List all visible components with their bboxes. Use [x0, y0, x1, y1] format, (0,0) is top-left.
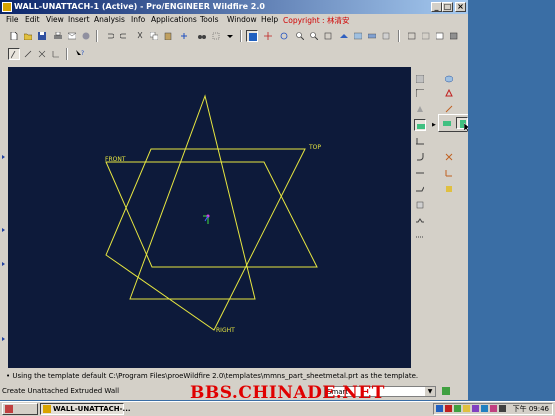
save-button[interactable] [36, 30, 48, 42]
draft-icon[interactable] [414, 103, 426, 115]
datum-planes-button[interactable] [8, 48, 20, 60]
sketch-tool-icon[interactable] [443, 87, 455, 99]
point-tool-icon[interactable] [443, 151, 455, 163]
left-strip [0, 67, 8, 368]
menu-bar: File Edit View Insert Analysis Info Appl… [0, 14, 468, 27]
whats-this-button[interactable]: ? [74, 48, 86, 60]
wireframe-button[interactable] [406, 30, 418, 42]
datum-planes-display [105, 94, 318, 331]
right-label: RIGHT [216, 327, 235, 334]
no-hidden-button[interactable] [434, 30, 446, 42]
datum-plane-right [105, 161, 318, 268]
datum-plane-tool-icon[interactable] [443, 73, 455, 85]
layers-button[interactable] [366, 30, 378, 42]
coord-sys-button[interactable] [50, 48, 62, 60]
maximize-button[interactable]: □ [442, 2, 453, 12]
menu-view[interactable]: View [46, 15, 64, 24]
system-tray: 下午 09:46 [433, 403, 553, 415]
close-button[interactable]: × [455, 2, 466, 12]
bend-back-icon[interactable] [414, 183, 426, 195]
regenerate-button[interactable] [178, 30, 190, 42]
round-icon[interactable] [414, 87, 426, 99]
desktop [468, 0, 555, 401]
wall-flyout-arrow[interactable]: ▶ [432, 122, 436, 128]
feature-toolbar: ▶ [411, 67, 441, 307]
copy-button[interactable] [148, 30, 160, 42]
minimize-button[interactable]: _ [431, 2, 442, 12]
datum-points-button[interactable] [36, 48, 48, 60]
hidden-line-button[interactable] [420, 30, 432, 42]
dropdown-button[interactable] [224, 30, 236, 42]
zoom-out-button[interactable] [308, 30, 320, 42]
window-title: WALL-UNATTACH-1 (Active) - Pro/ENGINEER … [14, 2, 265, 11]
start-button[interactable] [2, 403, 38, 415]
bend-icon[interactable] [414, 151, 426, 163]
menu-edit[interactable]: Edit [25, 15, 40, 24]
chevron-down-icon[interactable]: ▼ [425, 387, 435, 396]
datum-toolbar [441, 67, 465, 197]
cut-icon[interactable] [414, 199, 426, 211]
view-manager-button[interactable] [380, 30, 392, 42]
cut-button[interactable] [134, 30, 146, 42]
menu-analysis[interactable]: Analysis [94, 15, 125, 24]
spin-center-button[interactable] [262, 30, 274, 42]
copyright-label: Copyright : 林清安 [283, 16, 350, 25]
zoom-in-button[interactable] [294, 30, 306, 42]
hole-icon[interactable] [414, 73, 426, 85]
secondary-toolbar: ? [0, 48, 100, 63]
status-prompt: Create Unattached Extruded Wall [2, 387, 120, 395]
undo-button[interactable] [104, 30, 116, 42]
watermark: BBS.CHINADE.NET [190, 383, 385, 403]
datum-plane-front [105, 148, 306, 331]
taskbar: WALL-UNATTACH-... 下午 09:46 [0, 401, 555, 416]
proe-window: WALL-UNATTACH-1 (Active) - Pro/ENGINEER … [0, 0, 520, 400]
csys-tool-icon[interactable] [443, 167, 455, 179]
refit-button[interactable] [322, 30, 334, 42]
unbend-icon[interactable] [414, 167, 426, 179]
menu-file[interactable]: File [6, 15, 19, 24]
new-button[interactable] [8, 30, 20, 42]
front-label: FRONT [105, 156, 126, 163]
form-icon[interactable] [414, 215, 426, 227]
reorient-button[interactable] [338, 30, 350, 42]
app-icon [2, 2, 12, 12]
menu-tools[interactable]: Tools [200, 15, 218, 24]
orient-button[interactable] [278, 30, 290, 42]
redo-button[interactable] [118, 30, 130, 42]
open-button[interactable] [22, 30, 34, 42]
menu-applications[interactable]: Applications [151, 15, 197, 24]
shading-button[interactable] [448, 30, 460, 42]
svg-text:?: ? [81, 50, 84, 57]
send-button[interactable] [80, 30, 92, 42]
wall-icon[interactable] [414, 119, 426, 131]
email-button[interactable] [66, 30, 78, 42]
repaint-button[interactable] [246, 30, 258, 42]
graphics-viewport[interactable]: FRONT TOP RIGHT [8, 67, 411, 368]
select-button[interactable] [210, 30, 222, 42]
analysis-tool-icon[interactable] [443, 183, 455, 195]
rip-icon[interactable] [414, 231, 426, 243]
menu-info[interactable]: Info [131, 15, 145, 24]
menu-insert[interactable]: Insert [68, 15, 90, 24]
status-icon[interactable] [441, 386, 453, 397]
find-button[interactable] [196, 30, 208, 42]
print-button[interactable] [52, 30, 64, 42]
paste-button[interactable] [162, 30, 174, 42]
datum-axes-button[interactable] [22, 48, 34, 60]
menu-help[interactable]: Help [261, 15, 278, 24]
saved-views-button[interactable] [352, 30, 364, 42]
message-text: • Using the template default C:\Program … [6, 372, 419, 380]
title-bar: WALL-UNATTACH-1 (Active) - Pro/ENGINEER … [0, 0, 468, 14]
flange-icon[interactable] [414, 135, 426, 147]
menu-window[interactable]: Window [227, 15, 257, 24]
top-label: TOP [309, 144, 322, 151]
clock: 下午 09:46 [512, 405, 549, 413]
datum-plane-top [129, 94, 256, 300]
csys-triad [203, 214, 210, 224]
main-toolbar [0, 30, 468, 45]
message-area: • Using the template default C:\Program … [0, 369, 468, 384]
taskbar-proe-button[interactable]: WALL-UNATTACH-... [40, 403, 131, 415]
flat-wall-icon[interactable] [441, 117, 453, 129]
